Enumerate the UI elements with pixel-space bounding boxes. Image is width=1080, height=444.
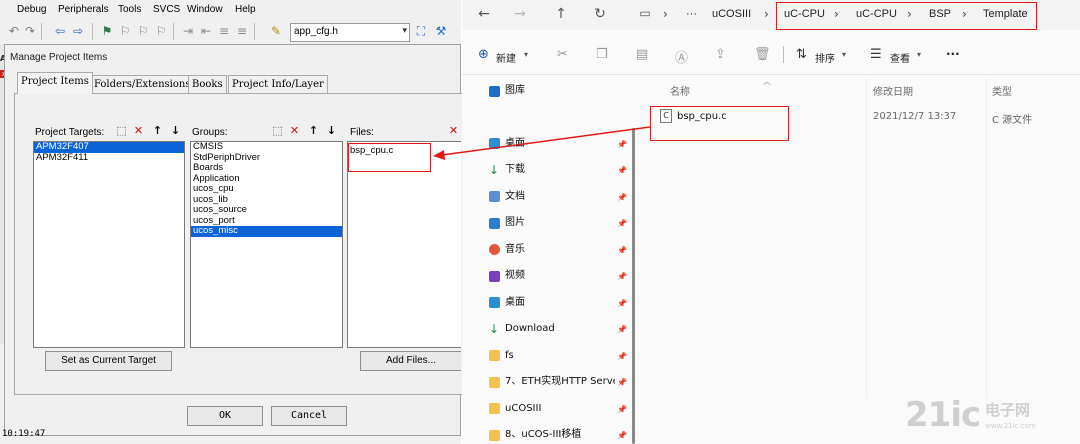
annotation-arrow — [433, 126, 651, 160]
watermark-text: 电子网 — [985, 401, 1031, 419]
watermark-url: www.21ic.com — [985, 422, 1036, 430]
tab-project-items[interactable]: Project Items — [17, 72, 93, 94]
watermark-logo: 21ic — [905, 395, 981, 435]
